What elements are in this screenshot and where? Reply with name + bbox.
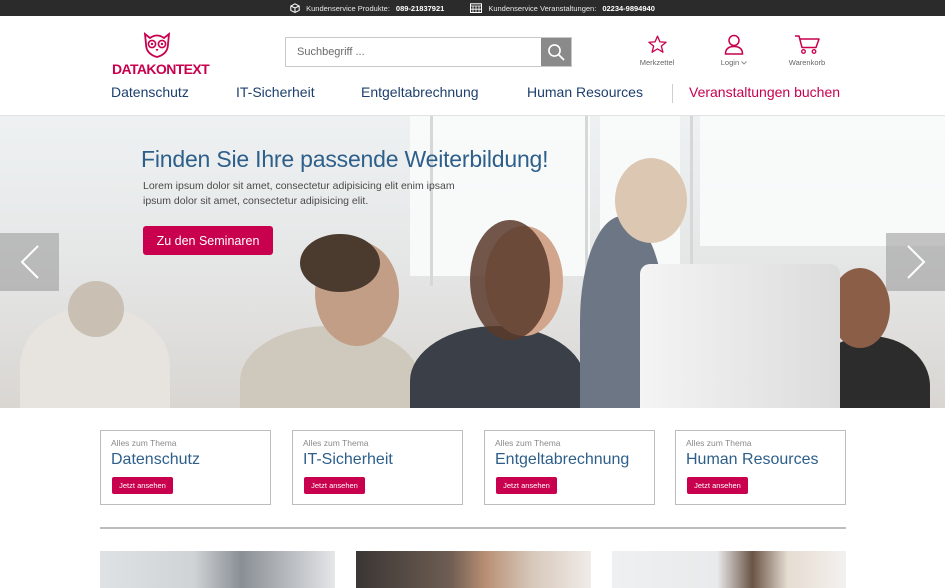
topic-card-button[interactable]: Jetzt ansehen bbox=[687, 477, 748, 494]
products-hotline-phone[interactable]: 089-21837921 bbox=[396, 4, 444, 13]
topic-card-human-resources[interactable]: Alles zum Thema Human Resources Jetzt an… bbox=[675, 430, 846, 505]
arrow-left-icon bbox=[20, 245, 39, 279]
nav-item-entgeltabrechnung[interactable]: Entgeltabrechnung bbox=[361, 84, 479, 100]
wishlist-link[interactable]: Merkzettel bbox=[636, 34, 678, 67]
hero-title: Finden Sie Ihre passende Weiterbildung! bbox=[141, 146, 549, 172]
search-box bbox=[285, 37, 572, 67]
nav-divider bbox=[672, 84, 673, 103]
search-input[interactable] bbox=[286, 38, 542, 66]
arrow-right-icon bbox=[906, 245, 925, 279]
login-label: Login bbox=[721, 58, 748, 67]
owl-logo-icon bbox=[143, 31, 171, 58]
products-hotline-label: Kundenservice Produkte: bbox=[306, 3, 390, 13]
hero-text: Lorem ipsum dolor sit amet, consectetur … bbox=[143, 180, 455, 207]
topic-card-kicker: Alles zum Thema bbox=[495, 438, 561, 448]
topic-card-entgeltabrechnung[interactable]: Alles zum Thema Entgeltabrechnung Jetzt … bbox=[484, 430, 655, 505]
section-divider bbox=[100, 527, 846, 529]
chevron-down-icon bbox=[741, 61, 748, 65]
site-header: DATAKONTEXT Merkzettel Login Warenkorb bbox=[0, 16, 945, 116]
nav-item-datenschutz[interactable]: Datenschutz bbox=[111, 84, 189, 100]
nav-item-veranstaltungen-buchen[interactable]: Veranstaltungen buchen bbox=[689, 84, 840, 100]
topic-card-it-sicherheit[interactable]: Alles zum Thema IT-Sicherheit Jetzt anse… bbox=[292, 430, 463, 505]
topic-card-button[interactable]: Jetzt ansehen bbox=[304, 477, 365, 494]
cart-label: Warenkorb bbox=[788, 58, 826, 67]
topic-card-kicker: Alles zum Thema bbox=[111, 438, 177, 448]
cart-link[interactable]: Warenkorb bbox=[784, 34, 830, 67]
star-icon bbox=[647, 35, 667, 53]
datakontext-logo[interactable]: DATAKONTEXT bbox=[112, 30, 212, 77]
logo-wordmark: DATAKONTEXT bbox=[112, 61, 210, 77]
topic-card-kicker: Alles zum Thema bbox=[303, 438, 369, 448]
teaser-image-1[interactable] bbox=[100, 551, 335, 588]
hero-slider: Finden Sie Ihre passende Weiterbildung! … bbox=[0, 116, 945, 408]
search-button[interactable] bbox=[541, 38, 571, 66]
topic-card-title: Datenschutz bbox=[111, 451, 200, 468]
topic-card-datenschutz[interactable]: Alles zum Thema Datenschutz Jetzt ansehe… bbox=[100, 430, 271, 505]
topic-card-button[interactable]: Jetzt ansehen bbox=[496, 477, 557, 494]
topic-card-button[interactable]: Jetzt ansehen bbox=[112, 477, 173, 494]
search-icon bbox=[548, 44, 565, 61]
service-topbar: Kundenservice Produkte: 089-21837921 Kun… bbox=[0, 0, 945, 16]
topic-card-title: Human Resources bbox=[686, 451, 819, 468]
cart-icon bbox=[794, 35, 820, 54]
topic-card-kicker: Alles zum Thema bbox=[686, 438, 752, 448]
topic-card-title: IT-Sicherheit bbox=[303, 451, 393, 468]
calendar-icon bbox=[470, 3, 483, 13]
nav-item-it-sicherheit[interactable]: IT-Sicherheit bbox=[236, 84, 315, 100]
login-link[interactable]: Login bbox=[714, 34, 754, 67]
wishlist-label: Merkzettel bbox=[639, 58, 675, 67]
box-icon bbox=[290, 3, 300, 13]
events-hotline-label: Kundenservice Veranstaltungen: bbox=[488, 3, 597, 13]
slider-next-button[interactable] bbox=[886, 233, 945, 291]
nav-item-human-resources[interactable]: Human Resources bbox=[527, 84, 643, 100]
products-hotline: Kundenservice Produkte: 089-21837921 bbox=[290, 3, 444, 13]
teaser-image-3[interactable] bbox=[612, 551, 846, 588]
hero-cta-button[interactable]: Zu den Seminaren bbox=[143, 226, 273, 255]
topic-card-title: Entgeltabrechnung bbox=[495, 451, 630, 468]
events-hotline: Kundenservice Veranstaltungen: 02234-989… bbox=[470, 3, 655, 13]
teaser-image-2[interactable] bbox=[356, 551, 591, 588]
user-icon bbox=[724, 34, 744, 55]
events-hotline-phone[interactable]: 02234-9894940 bbox=[602, 4, 655, 13]
main-navigation: Datenschutz IT-Sicherheit Entgeltabrechn… bbox=[0, 84, 945, 104]
slider-prev-button[interactable] bbox=[0, 233, 59, 291]
